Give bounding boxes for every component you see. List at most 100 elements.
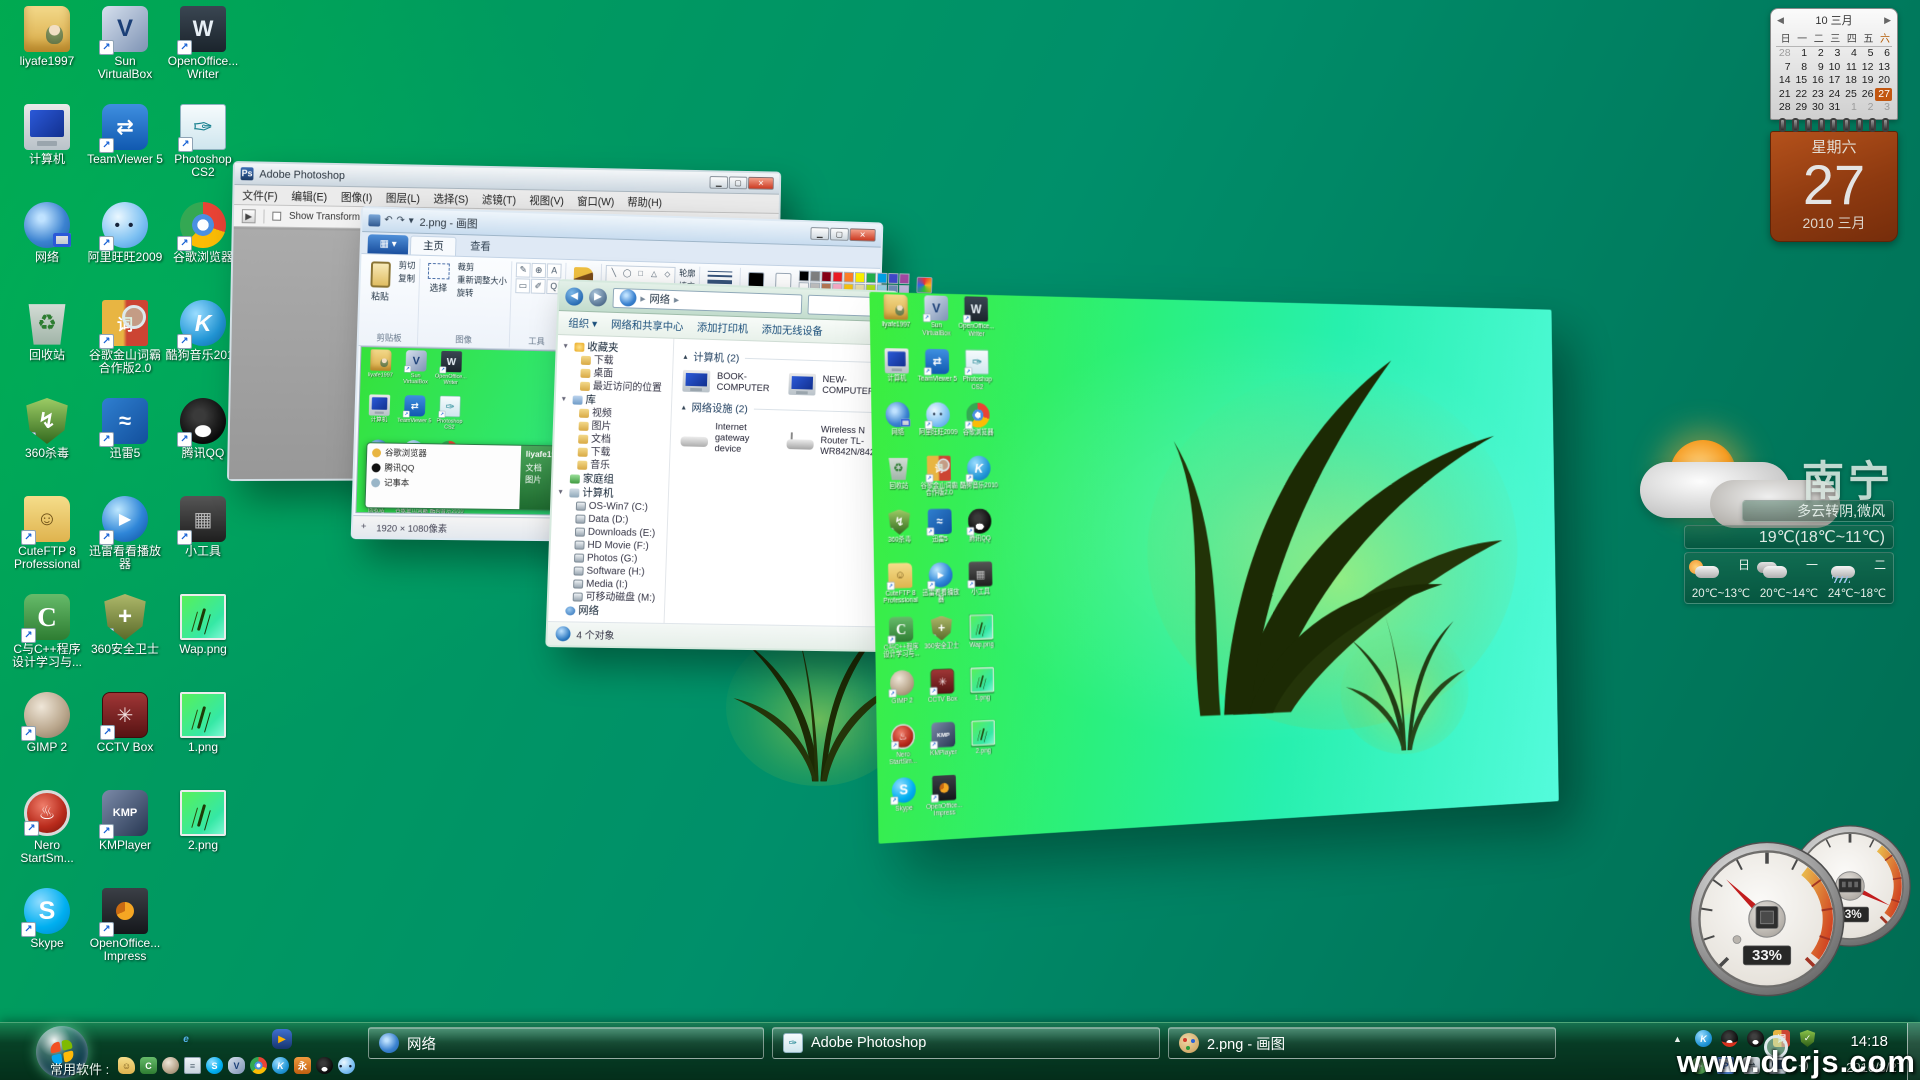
- outline-button[interactable]: 轮廓: [679, 267, 696, 280]
- desktop-icon[interactable]: ↯↗360杀毒: [879, 509, 921, 563]
- address-bar[interactable]: ▸ 网络 ▸: [612, 287, 802, 313]
- menu-item[interactable]: 视图(V): [529, 192, 564, 208]
- flip3d-desktop-card[interactable]: liyafe1997V↗Sun VirtualBoxW↗OpenOffice..…: [869, 292, 1558, 844]
- expander-icon[interactable]: ▾: [563, 339, 571, 353]
- office-icon[interactable]: 永: [294, 1057, 311, 1074]
- desktop-icon[interactable]: ↗GIMP 2: [881, 670, 923, 725]
- calendar-day[interactable]: 21: [1776, 88, 1793, 102]
- desktop-icon[interactable]: 1.png: [962, 667, 1002, 721]
- calendar-day[interactable]: 30: [1809, 101, 1826, 115]
- tool-icon[interactable]: ⊕: [531, 263, 546, 278]
- tool-icon[interactable]: A: [547, 263, 562, 278]
- desktop-icon[interactable]: Wap.png: [164, 594, 242, 692]
- desktop-icon[interactable]: 1.png: [164, 692, 242, 790]
- desktop-icon[interactable]: +↗360安全卫士: [921, 615, 962, 670]
- calendar-day[interactable]: 7: [1776, 61, 1793, 75]
- calendar-day[interactable]: 3: [1826, 47, 1843, 61]
- desktop-icon[interactable]: S↗Skype: [883, 777, 925, 833]
- desktop-icon[interactable]: ↗谷歌浏览器: [958, 402, 999, 455]
- select-button[interactable]: 选择: [423, 260, 454, 298]
- qq-icon[interactable]: [316, 1057, 333, 1074]
- wangwang-icon[interactable]: • •: [338, 1057, 355, 1074]
- shape-icon[interactable]: ╲: [607, 267, 620, 280]
- tool-icon[interactable]: ✐: [531, 279, 546, 294]
- copy-button[interactable]: 复制: [398, 272, 415, 285]
- menu-item[interactable]: 编辑(E): [291, 188, 327, 205]
- tool-icon[interactable]: ▭: [515, 278, 530, 293]
- calendar-day[interactable]: 1: [1842, 101, 1859, 115]
- network-item[interactable]: Wireless N Router TL-WR842N/842N: [786, 423, 882, 458]
- calendar-day[interactable]: 19: [1859, 74, 1876, 88]
- desktop-icon[interactable]: Wap.png: [961, 614, 1001, 668]
- toolbar-item[interactable]: 网络和共享中心: [611, 317, 684, 334]
- desktop-icon[interactable]: W↗OpenOffice... Writer: [433, 351, 469, 397]
- desktop-icon[interactable]: 计算机: [8, 104, 86, 202]
- desktop-icon[interactable]: K↗酷狗音乐2010: [959, 456, 1000, 509]
- cuteftp-icon[interactable]: ☺: [118, 1057, 135, 1074]
- color-swatch[interactable]: [888, 273, 898, 284]
- desktop-icon[interactable]: • •↗阿里旺旺2009: [918, 402, 959, 456]
- redo-icon[interactable]: ↷: [396, 214, 405, 228]
- close-button[interactable]: ✕: [849, 228, 875, 241]
- prev-month-icon[interactable]: ◀: [1777, 15, 1784, 26]
- calendar-day[interactable]: 12: [1859, 61, 1876, 75]
- back-button[interactable]: ◀: [565, 287, 583, 306]
- desktop-icon[interactable]: ↗OpenOffice... Impress: [924, 774, 965, 830]
- breadcrumb[interactable]: 网络: [649, 291, 670, 307]
- qat-dropdown-icon[interactable]: ▾: [409, 214, 414, 228]
- chrome-icon[interactable]: [250, 1057, 267, 1074]
- color-swatch[interactable]: [866, 272, 877, 283]
- start-menu-item[interactable]: 谷歌浏览器: [372, 446, 516, 460]
- color-swatch[interactable]: [844, 272, 855, 283]
- shape-icon[interactable]: ◇: [661, 269, 674, 282]
- calendar-day[interactable]: 31: [1826, 101, 1843, 115]
- desktop-icon[interactable]: ♨↗Nero StartSm...: [8, 790, 86, 888]
- toolbar-item[interactable]: 组织 ▾: [568, 315, 597, 331]
- wmp-quicklaunch[interactable]: ▶: [272, 1029, 292, 1049]
- collapse-icon[interactable]: ▴: [682, 403, 686, 412]
- desktop-icon[interactable]: V↗Sun VirtualBox: [86, 6, 164, 104]
- desktop-icon[interactable]: V↗Sun VirtualBox: [398, 350, 435, 396]
- resize-button[interactable]: 重新调整大小: [457, 274, 507, 288]
- desktop-icon[interactable]: V↗Sun VirtualBox: [916, 295, 957, 349]
- desktop-icon[interactable]: ▦↗小工具: [960, 561, 1000, 615]
- undo-icon[interactable]: ↶: [384, 213, 393, 227]
- desktop-icon[interactable]: ⇄↗TeamViewer 5: [86, 104, 164, 202]
- calendar-day[interactable]: 16: [1809, 74, 1826, 88]
- desktop-icon[interactable]: • •↗阿里旺旺2009: [86, 202, 164, 300]
- desktop-icon[interactable]: ▶↗迅雷看看播放器: [920, 562, 961, 616]
- calendar-day[interactable]: 20: [1875, 74, 1892, 88]
- menu-item[interactable]: 帮助(H): [627, 193, 662, 209]
- desktop-icon[interactable]: ≈↗迅雷5: [86, 398, 164, 496]
- desktop-icon[interactable]: liyafe1997: [362, 349, 399, 395]
- desktop-icon[interactable]: 网络: [877, 402, 919, 456]
- desktop-icon[interactable]: 词↗谷歌金山词霸 合作版2.0: [919, 456, 960, 510]
- calendar-day[interactable]: 28: [1776, 101, 1793, 115]
- maximize-button[interactable]: ▢: [729, 176, 748, 189]
- desktop-icon[interactable]: ↗OpenOffice... Impress: [86, 888, 164, 986]
- color-swatch[interactable]: [821, 271, 832, 282]
- desktop-icon[interactable]: ♻回收站: [8, 300, 86, 398]
- calendar-day[interactable]: 28: [1776, 47, 1793, 61]
- cut-button[interactable]: 剪切: [398, 259, 415, 272]
- desktop-icon[interactable]: ↗腾讯QQ: [960, 508, 1001, 562]
- calendar-day[interactable]: 24: [1826, 88, 1843, 102]
- calendar-day[interactable]: 5: [1859, 47, 1876, 61]
- desktop-icon[interactable]: KMP↗KMPlayer: [923, 721, 964, 776]
- calendar-day[interactable]: 17: [1826, 74, 1843, 88]
- paint-menu-button[interactable]: ▦ ▾: [367, 234, 408, 254]
- menu-item[interactable]: 图层(L): [386, 189, 420, 205]
- expander-icon[interactable]: ▾: [558, 485, 566, 499]
- desktop-icon[interactable]: ✑↗Photoshop CS2: [431, 396, 467, 441]
- start-menu-item[interactable]: 腾讯QQ: [371, 461, 515, 475]
- expander-icon[interactable]: ▾: [562, 392, 570, 406]
- start-menu-item[interactable]: 记事本: [371, 476, 515, 490]
- shape-icon[interactable]: □: [634, 268, 647, 281]
- calendar-day[interactable]: 27: [1875, 88, 1892, 102]
- desktop-icon[interactable]: ↗GIMP 2: [8, 692, 86, 790]
- menu-item[interactable]: 图像(I): [341, 188, 373, 204]
- minimize-button[interactable]: ▁: [709, 176, 728, 189]
- menu-item[interactable]: 选择(S): [433, 190, 468, 206]
- maximize-button[interactable]: ▢: [830, 228, 849, 241]
- desktop-icon[interactable]: ▶↗迅雷看看播放器: [86, 496, 164, 594]
